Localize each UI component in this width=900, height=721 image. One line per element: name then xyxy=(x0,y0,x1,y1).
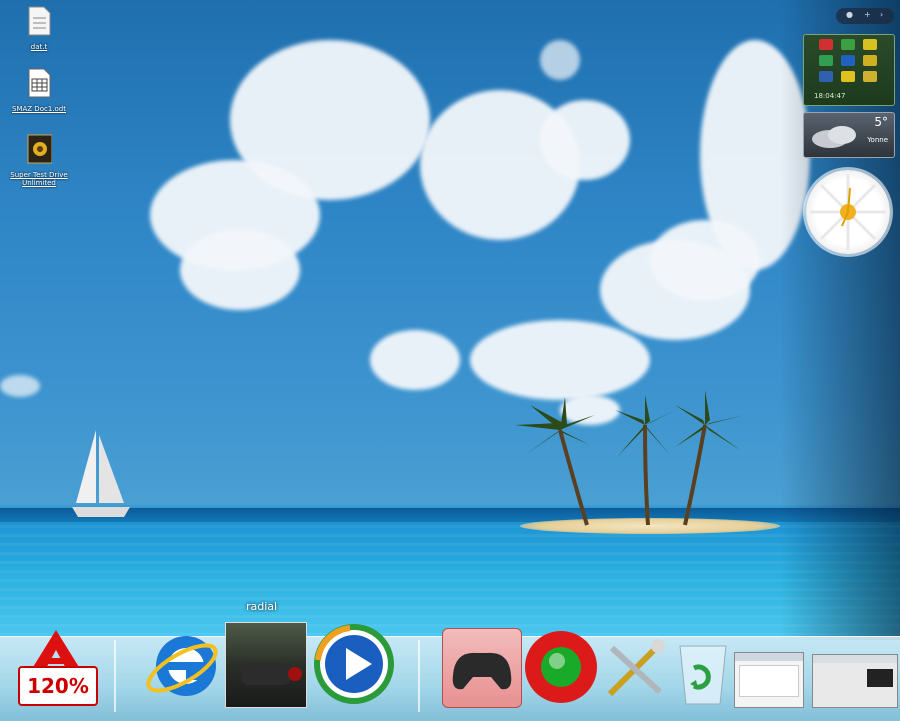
zoom-level-badge[interactable]: 120% xyxy=(18,666,98,706)
refresh-icon[interactable] xyxy=(841,39,855,50)
gamepad-app-icon[interactable] xyxy=(442,628,522,708)
dock-separator xyxy=(418,640,420,712)
sea xyxy=(0,525,900,635)
gadget-add-icon[interactable]: + xyxy=(864,10,871,19)
horizon xyxy=(0,508,900,522)
weather-city: Yonne xyxy=(867,136,888,144)
check-icon[interactable] xyxy=(841,55,855,66)
window-preview-1[interactable] xyxy=(734,652,804,708)
internet-explorer-icon[interactable] xyxy=(142,626,224,708)
desktop-icon-spreadsheet[interactable]: SMAZ Doc1.odt xyxy=(4,68,74,113)
sailboat xyxy=(72,430,130,517)
cloud-icon xyxy=(812,126,856,148)
note-icon[interactable] xyxy=(863,71,877,82)
tools-icon[interactable] xyxy=(600,636,670,700)
gadget-time: 18:04:47 xyxy=(814,92,846,100)
flower-clock-gadget[interactable] xyxy=(806,170,890,254)
palm-trees xyxy=(515,390,745,526)
spreadsheet-icon xyxy=(28,68,51,98)
record-icon[interactable] xyxy=(522,628,600,706)
dock-hover-label: radial xyxy=(246,600,278,613)
network-icon[interactable] xyxy=(819,55,833,66)
desktop-wallpaper xyxy=(0,0,900,720)
media-player-icon[interactable] xyxy=(310,620,398,708)
desktop-icon-label: Super Test Drive Unlimited xyxy=(10,171,68,187)
folder-icon[interactable] xyxy=(863,55,877,66)
desktop-icon-label: SMAZ Doc1.odt xyxy=(12,105,66,113)
power-icon[interactable] xyxy=(819,39,833,50)
tools-icon[interactable] xyxy=(841,71,855,82)
display-icon[interactable] xyxy=(819,71,833,82)
gadget-next-icon[interactable]: › xyxy=(880,10,883,19)
dock-separator xyxy=(114,640,116,712)
clock-icon xyxy=(810,174,886,250)
media-thumbnail-icon[interactable] xyxy=(225,622,307,708)
weather-temperature: 5° xyxy=(874,115,888,129)
lock-icon[interactable] xyxy=(863,39,877,50)
recycle-bin-icon[interactable] xyxy=(672,636,734,706)
system-control-gadget[interactable]: 18:04:47 xyxy=(803,34,895,106)
weather-gadget[interactable]: 5° Yonne xyxy=(803,112,895,158)
desktop-icon-text-file[interactable]: dat.t xyxy=(4,6,74,51)
document-icon xyxy=(28,6,51,36)
gamepad-icon xyxy=(452,652,512,690)
desktop-icon-label: dat.t xyxy=(30,43,48,51)
gadget-nav-icon[interactable]: ● xyxy=(846,10,853,19)
game-icon xyxy=(27,134,53,164)
desktop-icon-game[interactable]: Super Test Drive Unlimited xyxy=(4,134,74,187)
gadget-toolbar[interactable]: ● + › xyxy=(836,8,894,24)
window-preview-2[interactable] xyxy=(812,654,898,708)
